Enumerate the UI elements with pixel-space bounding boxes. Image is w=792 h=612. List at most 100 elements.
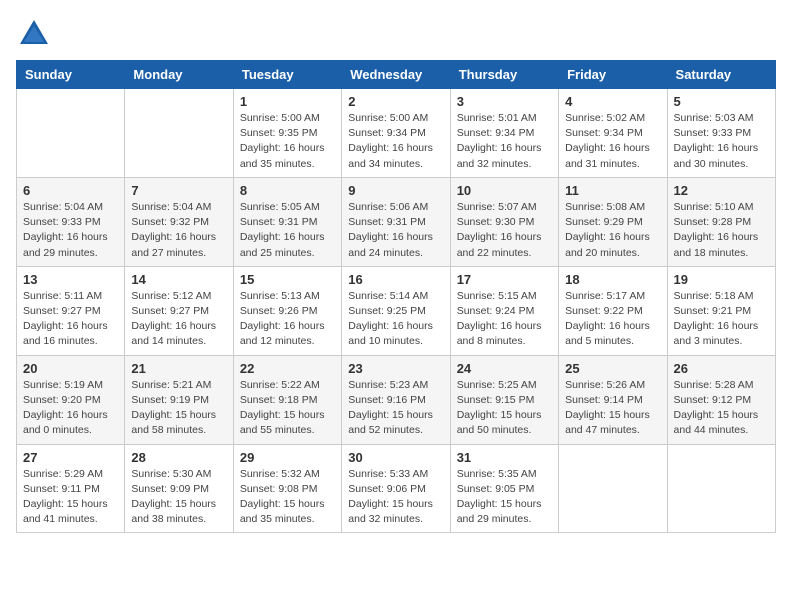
- calendar-cell: 26 Sunrise: 5:28 AM Sunset: 9:12 PM Dayli…: [667, 355, 775, 444]
- calendar-week-row: 1 Sunrise: 5:00 AM Sunset: 9:35 PM Daylig…: [17, 89, 776, 178]
- logo-icon: [16, 16, 52, 52]
- day-number: 6: [23, 183, 118, 198]
- day-info: Sunrise: 5:28 AM Sunset: 9:12 PM Dayligh…: [674, 378, 769, 439]
- day-info: Sunrise: 5:19 AM Sunset: 9:20 PM Dayligh…: [23, 378, 118, 439]
- day-info: Sunrise: 5:04 AM Sunset: 9:32 PM Dayligh…: [131, 200, 226, 261]
- calendar-cell: 17 Sunrise: 5:15 AM Sunset: 9:24 PM Dayli…: [450, 266, 558, 355]
- day-info: Sunrise: 5:00 AM Sunset: 9:34 PM Dayligh…: [348, 111, 443, 172]
- calendar-cell: 24 Sunrise: 5:25 AM Sunset: 9:15 PM Dayli…: [450, 355, 558, 444]
- day-info: Sunrise: 5:04 AM Sunset: 9:33 PM Dayligh…: [23, 200, 118, 261]
- day-info: Sunrise: 5:22 AM Sunset: 9:18 PM Dayligh…: [240, 378, 335, 439]
- calendar-week-row: 13 Sunrise: 5:11 AM Sunset: 9:27 PM Dayli…: [17, 266, 776, 355]
- day-number: 31: [457, 450, 552, 465]
- calendar-cell: 28 Sunrise: 5:30 AM Sunset: 9:09 PM Dayli…: [125, 444, 233, 533]
- day-info: Sunrise: 5:23 AM Sunset: 9:16 PM Dayligh…: [348, 378, 443, 439]
- day-number: 15: [240, 272, 335, 287]
- day-number: 7: [131, 183, 226, 198]
- day-of-week-header: Sunday: [17, 61, 125, 89]
- day-number: 28: [131, 450, 226, 465]
- day-info: Sunrise: 5:05 AM Sunset: 9:31 PM Dayligh…: [240, 200, 335, 261]
- calendar-cell: 31 Sunrise: 5:35 AM Sunset: 9:05 PM Dayli…: [450, 444, 558, 533]
- calendar-cell: 3Sunrise: 5:01 AM Sunset: 9:34 PM Daylig…: [450, 89, 558, 178]
- calendar-cell: 27 Sunrise: 5:29 AM Sunset: 9:11 PM Dayli…: [17, 444, 125, 533]
- day-info: Sunrise: 5:07 AM Sunset: 9:30 PM Dayligh…: [457, 200, 552, 261]
- day-number: 9: [348, 183, 443, 198]
- day-of-week-header: Tuesday: [233, 61, 341, 89]
- day-of-week-header: Wednesday: [342, 61, 450, 89]
- calendar-cell: 18 Sunrise: 5:17 AM Sunset: 9:22 PM Dayli…: [559, 266, 667, 355]
- calendar-cell: 16Sunrise: 5:14 AM Sunset: 9:25 PM Dayli…: [342, 266, 450, 355]
- calendar-week-row: 27 Sunrise: 5:29 AM Sunset: 9:11 PM Dayli…: [17, 444, 776, 533]
- day-info: Sunrise: 5:35 AM Sunset: 9:05 PM Dayligh…: [457, 467, 552, 528]
- day-number: 2: [348, 94, 443, 109]
- calendar-cell: 7 Sunrise: 5:04 AM Sunset: 9:32 PM Daylig…: [125, 177, 233, 266]
- day-number: 16: [348, 272, 443, 287]
- day-number: 12: [674, 183, 769, 198]
- day-of-week-header: Monday: [125, 61, 233, 89]
- day-info: Sunrise: 5:30 AM Sunset: 9:09 PM Dayligh…: [131, 467, 226, 528]
- calendar-cell: [17, 89, 125, 178]
- day-number: 26: [674, 361, 769, 376]
- day-info: Sunrise: 5:33 AM Sunset: 9:06 PM Dayligh…: [348, 467, 443, 528]
- calendar-cell: 10 Sunrise: 5:07 AM Sunset: 9:30 PM Dayli…: [450, 177, 558, 266]
- day-info: Sunrise: 5:13 AM Sunset: 9:26 PM Dayligh…: [240, 289, 335, 350]
- calendar-cell: 4Sunrise: 5:02 AM Sunset: 9:34 PM Daylig…: [559, 89, 667, 178]
- day-info: Sunrise: 5:00 AM Sunset: 9:35 PM Dayligh…: [240, 111, 335, 172]
- calendar-cell: 8 Sunrise: 5:05 AM Sunset: 9:31 PM Daylig…: [233, 177, 341, 266]
- calendar-cell: 14Sunrise: 5:12 AM Sunset: 9:27 PM Dayli…: [125, 266, 233, 355]
- day-number: 18: [565, 272, 660, 287]
- day-of-week-header: Saturday: [667, 61, 775, 89]
- page-header: [16, 16, 776, 52]
- day-info: Sunrise: 5:29 AM Sunset: 9:11 PM Dayligh…: [23, 467, 118, 528]
- day-number: 1: [240, 94, 335, 109]
- day-number: 22: [240, 361, 335, 376]
- calendar-cell: 22 Sunrise: 5:22 AM Sunset: 9:18 PM Dayli…: [233, 355, 341, 444]
- calendar-table: SundayMondayTuesdayWednesdayThursdayFrid…: [16, 60, 776, 533]
- day-number: 5: [674, 94, 769, 109]
- calendar-cell: 29 Sunrise: 5:32 AM Sunset: 9:08 PM Dayli…: [233, 444, 341, 533]
- logo: [16, 16, 56, 52]
- day-number: 13: [23, 272, 118, 287]
- calendar-cell: [667, 444, 775, 533]
- calendar-cell: 25 Sunrise: 5:26 AM Sunset: 9:14 PM Dayli…: [559, 355, 667, 444]
- day-of-week-header: Thursday: [450, 61, 558, 89]
- day-number: 11: [565, 183, 660, 198]
- day-number: 27: [23, 450, 118, 465]
- day-info: Sunrise: 5:03 AM Sunset: 9:33 PM Dayligh…: [674, 111, 769, 172]
- day-info: Sunrise: 5:06 AM Sunset: 9:31 PM Dayligh…: [348, 200, 443, 261]
- day-info: Sunrise: 5:11 AM Sunset: 9:27 PM Dayligh…: [23, 289, 118, 350]
- calendar-cell: 21Sunrise: 5:21 AM Sunset: 9:19 PM Dayli…: [125, 355, 233, 444]
- day-number: 17: [457, 272, 552, 287]
- day-info: Sunrise: 5:32 AM Sunset: 9:08 PM Dayligh…: [240, 467, 335, 528]
- day-number: 25: [565, 361, 660, 376]
- day-number: 10: [457, 183, 552, 198]
- calendar-cell: 1 Sunrise: 5:00 AM Sunset: 9:35 PM Daylig…: [233, 89, 341, 178]
- calendar-body: 1 Sunrise: 5:00 AM Sunset: 9:35 PM Daylig…: [17, 89, 776, 533]
- calendar-week-row: 20 Sunrise: 5:19 AM Sunset: 9:20 PM Dayli…: [17, 355, 776, 444]
- calendar-week-row: 6 Sunrise: 5:04 AM Sunset: 9:33 PM Daylig…: [17, 177, 776, 266]
- day-number: 24: [457, 361, 552, 376]
- day-of-week-header: Friday: [559, 61, 667, 89]
- day-number: 19: [674, 272, 769, 287]
- calendar-cell: 19 Sunrise: 5:18 AM Sunset: 9:21 PM Dayli…: [667, 266, 775, 355]
- day-number: 29: [240, 450, 335, 465]
- day-info: Sunrise: 5:15 AM Sunset: 9:24 PM Dayligh…: [457, 289, 552, 350]
- header-row: SundayMondayTuesdayWednesdayThursdayFrid…: [17, 61, 776, 89]
- day-number: 14: [131, 272, 226, 287]
- calendar-cell: 20 Sunrise: 5:19 AM Sunset: 9:20 PM Dayli…: [17, 355, 125, 444]
- calendar-cell: 15 Sunrise: 5:13 AM Sunset: 9:26 PM Dayli…: [233, 266, 341, 355]
- day-info: Sunrise: 5:26 AM Sunset: 9:14 PM Dayligh…: [565, 378, 660, 439]
- calendar-cell: 9 Sunrise: 5:06 AM Sunset: 9:31 PM Daylig…: [342, 177, 450, 266]
- day-number: 20: [23, 361, 118, 376]
- day-number: 8: [240, 183, 335, 198]
- calendar-cell: 5 Sunrise: 5:03 AM Sunset: 9:33 PM Daylig…: [667, 89, 775, 178]
- day-info: Sunrise: 5:01 AM Sunset: 9:34 PM Dayligh…: [457, 111, 552, 172]
- day-info: Sunrise: 5:10 AM Sunset: 9:28 PM Dayligh…: [674, 200, 769, 261]
- day-info: Sunrise: 5:17 AM Sunset: 9:22 PM Dayligh…: [565, 289, 660, 350]
- day-info: Sunrise: 5:25 AM Sunset: 9:15 PM Dayligh…: [457, 378, 552, 439]
- calendar-cell: 6 Sunrise: 5:04 AM Sunset: 9:33 PM Daylig…: [17, 177, 125, 266]
- calendar-cell: 2 Sunrise: 5:00 AM Sunset: 9:34 PM Daylig…: [342, 89, 450, 178]
- calendar-cell: [125, 89, 233, 178]
- day-info: Sunrise: 5:18 AM Sunset: 9:21 PM Dayligh…: [674, 289, 769, 350]
- calendar-cell: 13 Sunrise: 5:11 AM Sunset: 9:27 PM Dayli…: [17, 266, 125, 355]
